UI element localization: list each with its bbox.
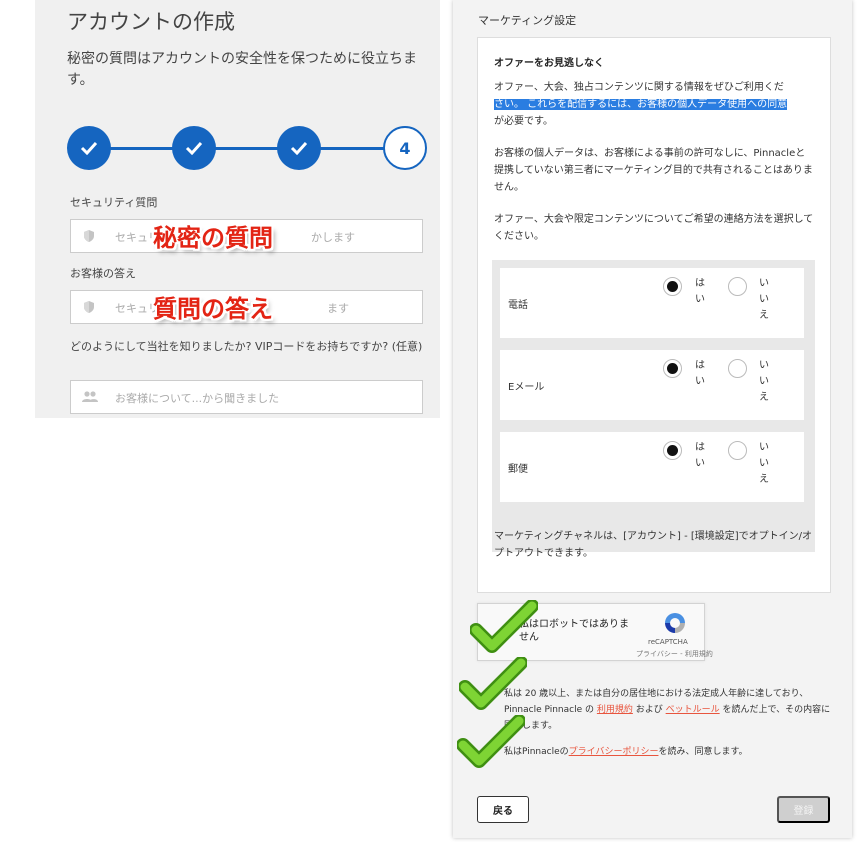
channel-label: Eメール [508, 382, 545, 393]
check-icon [290, 141, 308, 155]
agreement-text: を読み、同意します。 [658, 747, 748, 757]
people-icon [82, 391, 98, 402]
offers-paragraph-1: オファー、大会、独占コンテンツに関する情報をぜひご利用くだ さい。 これらを配信… [494, 79, 814, 130]
answer-placeholder-right: ます [327, 302, 349, 315]
mail-yes-radio[interactable] [663, 441, 682, 460]
channel-row-email: Eメール はい いいえ [500, 350, 804, 420]
checkmark-annotation-icon [470, 600, 538, 653]
security-question-placeholder-right: かします [311, 231, 355, 244]
security-question-label: セキュリティ質問 [70, 196, 158, 209]
checkmark-annotation-icon [459, 657, 527, 710]
step-4-current: 4 [383, 126, 427, 170]
yes-label: はい [695, 442, 705, 469]
check-icon [185, 141, 203, 155]
offers-heading: オファーをお見逃しなく [494, 58, 604, 69]
yes-label: はい [695, 360, 705, 387]
checkmark-annotation-icon [457, 715, 525, 768]
offers-text-highlighted: さい。 これらを配信するには、お客様の個人データ使用への同意 [494, 99, 788, 110]
mail-no-radio[interactable] [728, 441, 747, 460]
privacy-policy-link[interactable]: プライバシーポリシー [569, 747, 659, 757]
yes-label: はい [695, 278, 705, 305]
referral-placeholder: お客様について...から聞きました [115, 392, 280, 405]
step-3-complete [277, 126, 321, 170]
betting-rules-link[interactable]: ベットルール [666, 705, 720, 715]
no-label: いいえ [759, 442, 769, 485]
step-progress-line [90, 147, 390, 150]
annotation-secret-question: 秘密の質問 [153, 223, 273, 252]
register-button[interactable]: 登録 [777, 796, 830, 823]
offers-text-end: が必要です。 [494, 116, 553, 127]
privacy-agreement[interactable]: 私はPinnacleのプライバシーポリシーを読み、同意します。 [504, 744, 834, 760]
offers-card: オファーをお見逃しなく オファー、大会、独占コンテンツに関する情報をぜひご利用く… [477, 37, 831, 593]
recaptcha-brand: reCAPTCHA [648, 638, 688, 646]
channel-label: 郵便 [508, 464, 528, 475]
create-account-panel: アカウントの作成 秘密の質問はアカウントの安全性を保つために役立ちます。 4 セ… [35, 0, 440, 418]
section-title: マーケティング設定 [478, 14, 577, 27]
referral-input[interactable]: お客様について...から聞きました [70, 380, 423, 414]
offers-paragraph-2: お客様の個人データは、お客様による事前の許可なしに、Pinnacleと提携してい… [494, 148, 813, 193]
phone-no-radio[interactable] [728, 277, 747, 296]
channel-label: 電話 [508, 300, 528, 311]
channel-row-phone: 電話 はい いいえ [500, 268, 804, 338]
contact-channels: 電話 はい いいえ Eメール はい いいえ 郵便 はい いいえ [492, 260, 815, 552]
page-title: アカウントの作成 [67, 10, 235, 34]
channels-note: マーケティングチャネルは、[アカウント] - [環境設定]でオプトイン/オプトア… [494, 531, 813, 559]
no-label: いいえ [759, 360, 769, 403]
check-icon [80, 141, 98, 155]
phone-yes-radio[interactable] [663, 277, 682, 296]
answer-label: お客様の答え [70, 267, 136, 280]
step-2-complete [172, 126, 216, 170]
back-button[interactable]: 戻る [477, 796, 529, 823]
age-terms-agreement[interactable]: 私は 20 歳以上、または自分の居住地における法定成人年齢に達しており、Pinn… [504, 686, 834, 734]
referral-label: どのようにして当社を知りましたか? VIPコードをお持ちですか? (任意) [70, 340, 423, 353]
email-no-radio[interactable] [728, 359, 747, 378]
terms-link[interactable]: 利用規約 [597, 705, 633, 715]
shield-icon [84, 301, 94, 313]
channel-row-mail: 郵便 はい いいえ [500, 432, 804, 502]
recaptcha-links[interactable]: プライバシー - 利用規約 [636, 649, 713, 659]
agreement-text: および [632, 705, 666, 715]
offers-text: オファー、大会、独占コンテンツに関する情報をぜひご利用くだ [494, 82, 784, 93]
step-1-complete [67, 126, 111, 170]
page-subtitle: 秘密の質問はアカウントの安全性を保つために役立ちます。 [67, 51, 417, 88]
annotation-question-answer: 質問の答え [153, 294, 273, 323]
no-label: いいえ [759, 278, 769, 321]
recaptcha-icon [665, 613, 685, 633]
offers-paragraph-3: オファー、大会や限定コンテンツについてご希望の連絡方法を選択してください。 [494, 214, 814, 242]
shield-icon [84, 230, 94, 242]
email-yes-radio[interactable] [663, 359, 682, 378]
